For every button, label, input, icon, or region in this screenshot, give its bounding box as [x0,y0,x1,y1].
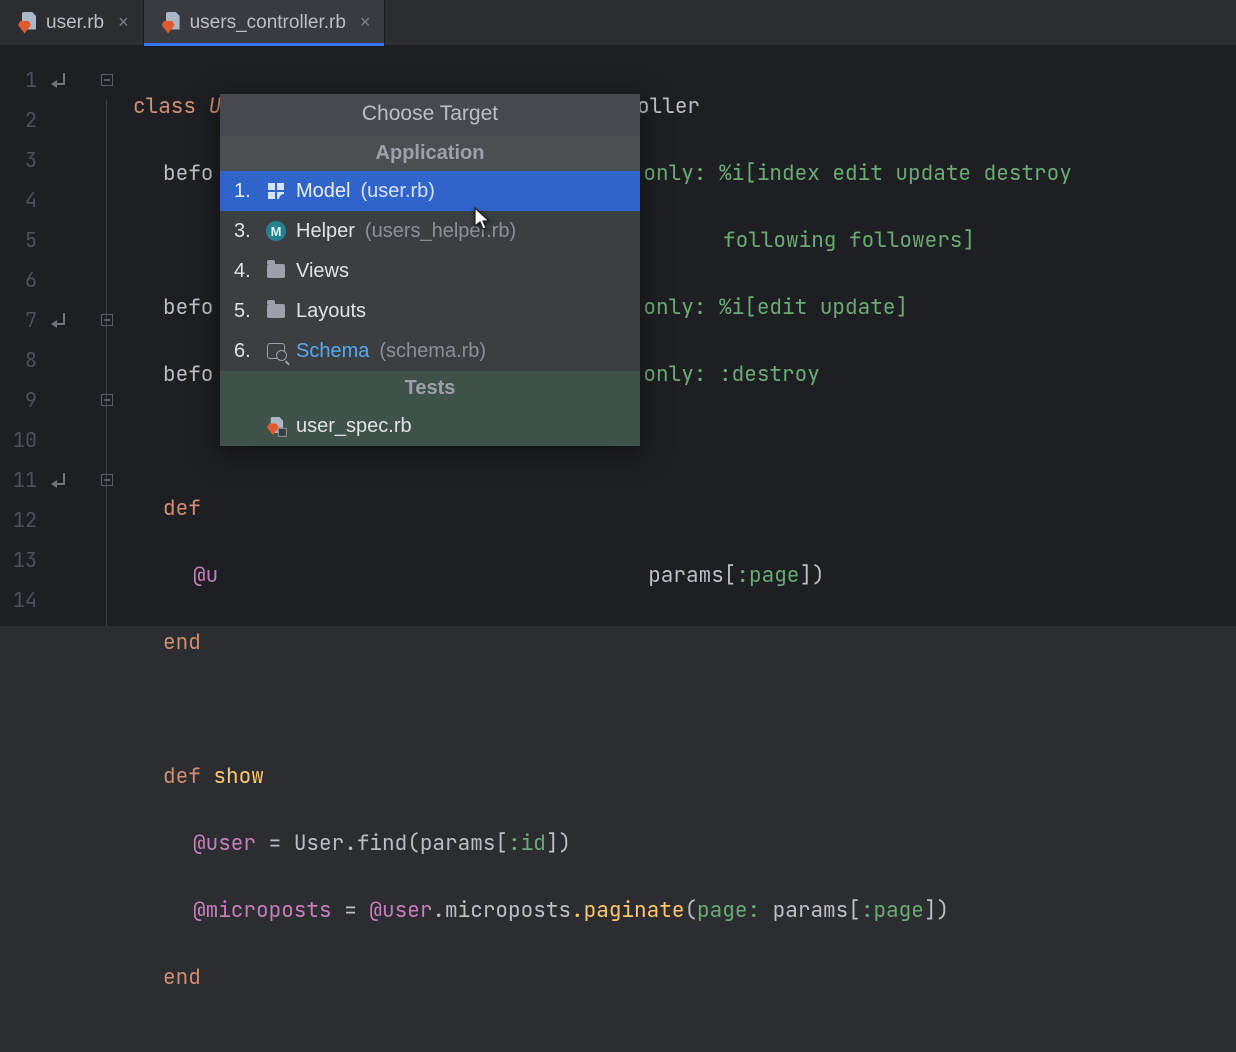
popup-item-number: 3. [234,220,256,243]
const: User [294,830,344,857]
popup-item-hint: (schema.rb) [379,340,486,363]
ivar: @user [193,830,256,857]
popup-item-label: Layouts [296,300,366,323]
symbol: :page [736,562,799,589]
popup-item-label: Helper [296,220,355,243]
symbol: only: [643,160,719,187]
fold-toggle[interactable] [101,394,113,406]
editor-tabs: user.rb × users_controller.rb × [0,0,1236,46]
code-text: ]) [799,562,824,589]
ivar: @microposts [193,897,332,924]
symbol: page: [697,897,773,924]
tab-user-rb[interactable]: user.rb × [0,0,144,45]
popup-item-model[interactable]: 1. Model (user.rb) [220,171,640,211]
code-text: befo [163,160,213,187]
keyword: end [163,964,201,991]
method-call: .paginate [571,897,684,924]
goto-related-icon[interactable] [51,311,69,329]
ivar: @u [193,562,218,589]
line-number: 3 [25,140,37,180]
popup-item-label: Views [296,260,349,283]
keyword: def [163,495,201,522]
popup-item-number: 1. [234,180,256,203]
popup-item-number: 6. [234,340,256,363]
gutter: 1 2 3 4 5 6 7 8 9 10 11 12 13 14 [0,46,95,626]
code-text: ( [684,897,697,924]
popup-item-helper[interactable]: 3. M Helper (users_helper.rb) [220,211,640,251]
code-text: ]) [924,897,949,924]
code-text: .find(params[ [344,830,508,857]
line-number: 10 [13,420,37,460]
symbol: :id [508,830,546,857]
popup-item-label: Schema [296,340,369,363]
popup-item-hint: (user.rb) [360,180,434,203]
popup-item-number: 4. [234,260,256,283]
schema-icon [266,341,286,361]
method-name: show [213,763,263,790]
folder-icon [266,261,286,281]
symbol-array: following followers] [723,227,975,254]
symbol: only: [643,361,719,388]
popup-item-layouts[interactable]: 5. Layouts [220,291,640,331]
line-number: 9 [25,380,37,420]
symbol: only: [643,294,719,321]
symbol-array: %i[edit update] [719,294,908,321]
popup-item-label: user_spec.rb [296,415,412,438]
code-text: = [256,830,294,857]
code-text: params[ [648,562,736,589]
popup-item-schema[interactable]: 6. Schema (schema.rb) [220,331,640,371]
tab-label: users_controller.rb [190,12,346,34]
goto-related-icon[interactable] [51,471,69,489]
line-number: 12 [13,500,37,540]
popup-item-number: 5. [234,300,256,323]
code-text: = [332,897,370,924]
ruby-file-icon [162,12,182,34]
line-number: 2 [25,100,37,140]
popup-item-label: Model [296,180,350,203]
fold-toggle[interactable] [101,474,113,486]
fold-toggle[interactable] [101,314,113,326]
ivar: @user [369,897,432,924]
line-number: 11 [13,460,37,500]
fold-toggle[interactable] [101,74,113,86]
mouse-cursor [472,206,492,234]
keyword: def [163,763,201,790]
popup-item-hint: (users_helper.rb) [365,220,516,243]
helper-icon: M [266,221,286,241]
fold-column [95,46,119,626]
code-text: befo [163,361,213,388]
line-number: 14 [13,580,37,620]
goto-related-icon[interactable] [51,71,69,89]
folder-icon [266,301,286,321]
symbol: :page [861,897,924,924]
line-number: 1 [25,60,37,100]
popup-section-tests: Tests [220,371,640,406]
popup-title: Choose Target [220,94,640,136]
popup-item-views[interactable]: 4. Views [220,251,640,291]
symbol-array: %i[index edit update destroy [719,160,1072,187]
tab-users-controller-rb[interactable]: users_controller.rb × [144,0,386,45]
ruby-file-icon [18,12,38,34]
choose-target-popup: Choose Target Application 1. Model (user… [220,94,640,446]
line-number: 6 [25,260,37,300]
popup-item-user-spec[interactable]: user_spec.rb [220,406,640,446]
line-number: 4 [25,180,37,220]
keyword: class [133,93,196,120]
code-text: .microposts [432,897,571,924]
code-text: ]) [546,830,571,857]
line-number: 13 [13,540,37,580]
close-icon[interactable]: × [118,12,129,33]
code-text: befo [163,294,213,321]
line-number: 5 [25,220,37,260]
ruby-file-icon [267,417,285,435]
close-icon[interactable]: × [360,12,371,33]
model-icon [266,181,286,201]
popup-section-application: Application [220,136,640,171]
symbol: :destroy [719,361,820,388]
line-number: 8 [25,340,37,380]
keyword: end [163,629,201,656]
tab-label: user.rb [46,12,104,34]
line-number: 7 [25,300,37,340]
code-text: params[ [773,897,861,924]
